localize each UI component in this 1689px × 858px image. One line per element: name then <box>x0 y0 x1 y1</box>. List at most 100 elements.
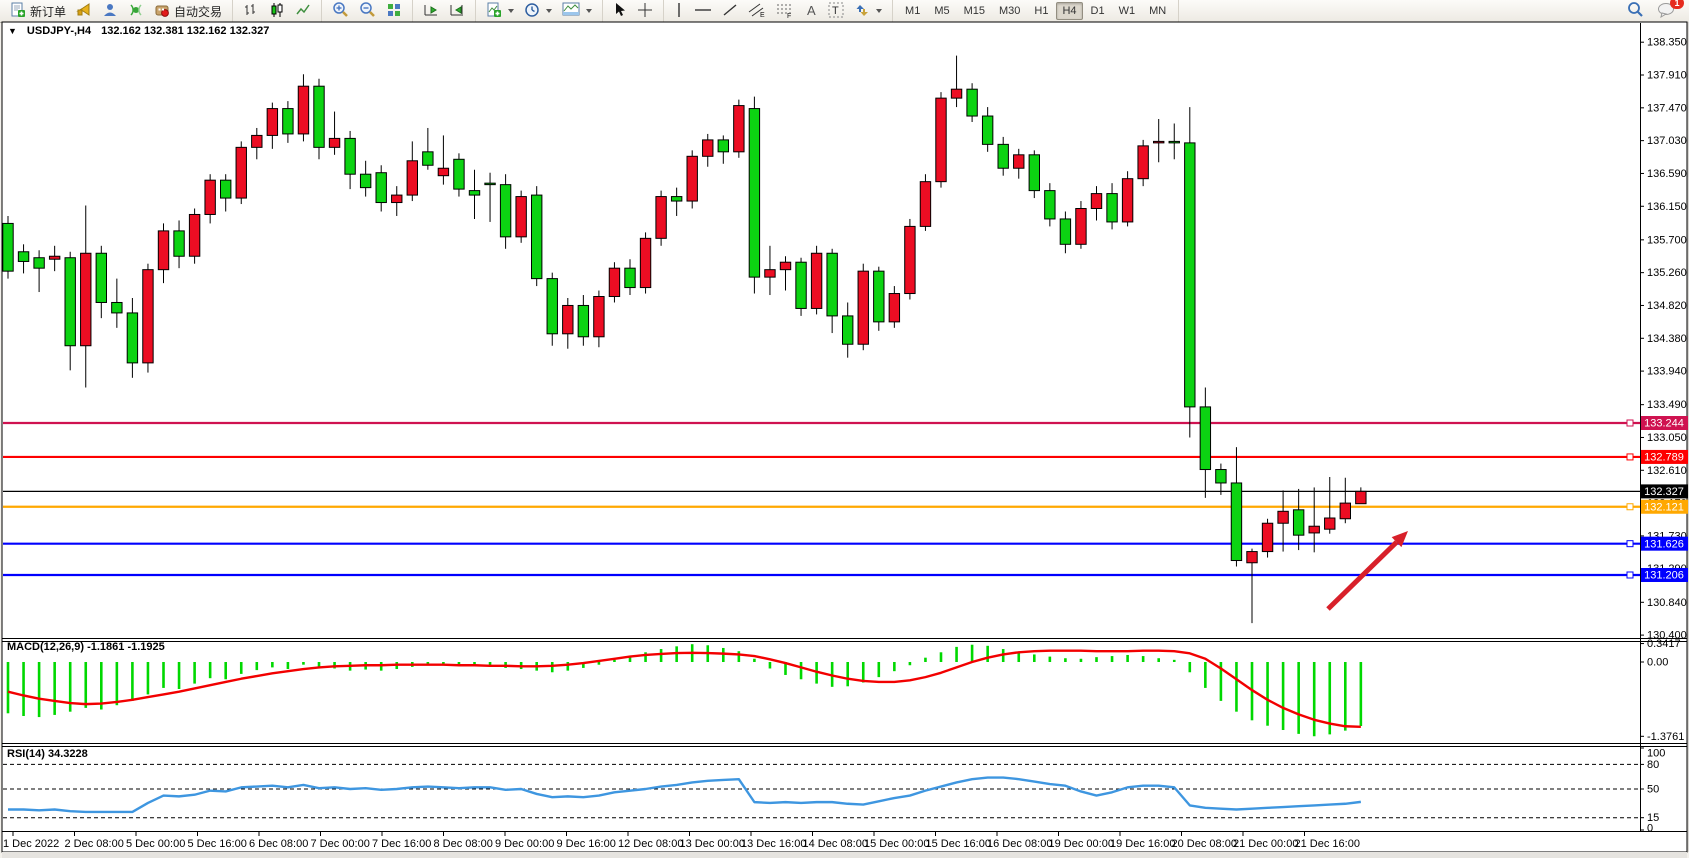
svg-text:0: 0 <box>1647 823 1653 835</box>
svg-text:13 Dec 00:00: 13 Dec 00:00 <box>680 838 745 850</box>
svg-text:130.840: 130.840 <box>1647 597 1687 609</box>
candle-body <box>920 182 930 227</box>
candle-body <box>18 252 28 262</box>
candle-body <box>1169 141 1179 142</box>
svg-text:134.820: 134.820 <box>1647 300 1687 312</box>
price-label-131.206: 131.206 <box>1641 568 1688 582</box>
candle-body <box>1262 523 1272 551</box>
candle-body <box>951 89 961 98</box>
hline-handle <box>1627 572 1633 578</box>
candle-body <box>1325 518 1335 529</box>
chart-canvas[interactable]: 138.350137.910137.470137.030136.590136.1… <box>0 0 1689 858</box>
hline-handle <box>1627 420 1633 426</box>
svg-text:132.327: 132.327 <box>1644 486 1684 498</box>
candle-body <box>749 109 759 278</box>
candle-body <box>221 180 231 198</box>
candle-body <box>1356 491 1366 503</box>
svg-text:15 Dec 16:00: 15 Dec 16:00 <box>926 838 991 850</box>
rsi-label: RSI(14) 34.3228 <box>7 748 88 760</box>
price-label-132.121: 132.121 <box>1641 500 1688 514</box>
svg-text:19 Dec 00:00: 19 Dec 00:00 <box>1049 838 1114 850</box>
candle-body <box>982 116 992 144</box>
candle-body <box>267 109 277 136</box>
candle-body <box>298 86 308 134</box>
candle-body <box>796 262 806 308</box>
candle-body <box>3 223 13 271</box>
candle-body <box>360 174 370 187</box>
candle-body <box>407 161 417 195</box>
candle-body <box>469 191 479 195</box>
candle-body <box>609 268 619 296</box>
candle-body <box>1138 146 1148 179</box>
ohlc-values: 132.162 132.381 132.162 132.327 <box>101 25 269 37</box>
candle-body <box>189 214 199 256</box>
chart-info-bar[interactable]: ▼ USDJPY-,H4 132.162 132.381 132.162 132… <box>8 25 269 37</box>
candle-body <box>532 195 542 279</box>
candle-body <box>936 98 946 182</box>
candle-body <box>858 271 868 344</box>
price-label-133.244: 133.244 <box>1641 416 1688 430</box>
svg-text:7 Dec 16:00: 7 Dec 16:00 <box>372 838 431 850</box>
candle-body <box>81 253 91 345</box>
hline-handle <box>1627 454 1633 460</box>
svg-text:2 Dec 08:00: 2 Dec 08:00 <box>65 838 124 850</box>
candle-body <box>314 86 324 147</box>
svg-text:50: 50 <box>1647 784 1659 796</box>
svg-text:0.3417: 0.3417 <box>1647 638 1681 650</box>
svg-text:138.350: 138.350 <box>1647 37 1687 49</box>
svg-text:136.590: 136.590 <box>1647 168 1687 180</box>
svg-text:16 Dec 08:00: 16 Dec 08:00 <box>987 838 1052 850</box>
svg-text:133.940: 133.940 <box>1647 366 1687 378</box>
candle-body <box>1185 143 1195 407</box>
candle-body <box>905 226 915 293</box>
candle-body <box>656 197 666 239</box>
svg-text:137.030: 137.030 <box>1647 135 1687 147</box>
svg-text:15 Dec 00:00: 15 Dec 00:00 <box>864 838 929 850</box>
candle-body <box>1122 179 1132 222</box>
candle-body <box>703 140 713 156</box>
candle-body <box>625 268 635 287</box>
candle-body <box>1014 155 1024 168</box>
svg-text:135.700: 135.700 <box>1647 234 1687 246</box>
candle-body <box>174 231 184 256</box>
candle-body <box>765 270 775 277</box>
svg-text:133.050: 133.050 <box>1647 432 1687 444</box>
symbol-period-label: USDJPY-,H4 <box>27 25 91 37</box>
candle-body <box>158 231 168 270</box>
candle-body <box>967 89 977 116</box>
candle-body <box>454 159 464 189</box>
candle-body <box>205 180 215 214</box>
candle-body <box>96 253 106 302</box>
candle-body <box>640 238 650 287</box>
candle-body <box>811 253 821 308</box>
candle-body <box>998 144 1008 168</box>
svg-text:9 Dec 00:00: 9 Dec 00:00 <box>495 838 554 850</box>
candle-body <box>392 195 402 202</box>
svg-text:132.789: 132.789 <box>1644 452 1684 464</box>
candle-body <box>827 253 837 316</box>
svg-text:19 Dec 16:00: 19 Dec 16:00 <box>1110 838 1175 850</box>
macd-label: MACD(12,26,9) -1.1861 -1.1925 <box>7 641 165 653</box>
candle-body <box>236 147 246 198</box>
svg-text:131.626: 131.626 <box>1644 538 1684 550</box>
candle-body <box>1060 219 1070 244</box>
candle-body <box>143 270 153 363</box>
svg-text:134.380: 134.380 <box>1647 333 1687 345</box>
svg-text:6 Dec 08:00: 6 Dec 08:00 <box>249 838 308 850</box>
svg-text:12 Dec 08:00: 12 Dec 08:00 <box>618 838 683 850</box>
candle-body <box>889 294 899 322</box>
candle-body <box>49 256 59 259</box>
candle-body <box>1216 470 1226 483</box>
candle-body <box>112 302 122 312</box>
candle-body <box>345 138 355 174</box>
candle-body <box>500 185 510 237</box>
collapse-triangle-icon[interactable]: ▼ <box>8 26 17 36</box>
candle-body <box>1029 155 1039 191</box>
candle-body <box>1278 511 1288 523</box>
svg-text:9 Dec 16:00: 9 Dec 16:00 <box>557 838 616 850</box>
candle-body <box>1247 552 1257 563</box>
price-label-132.789: 132.789 <box>1641 450 1688 464</box>
candle-body <box>687 156 697 201</box>
candle-body <box>127 313 137 363</box>
svg-text:80: 80 <box>1647 759 1659 771</box>
